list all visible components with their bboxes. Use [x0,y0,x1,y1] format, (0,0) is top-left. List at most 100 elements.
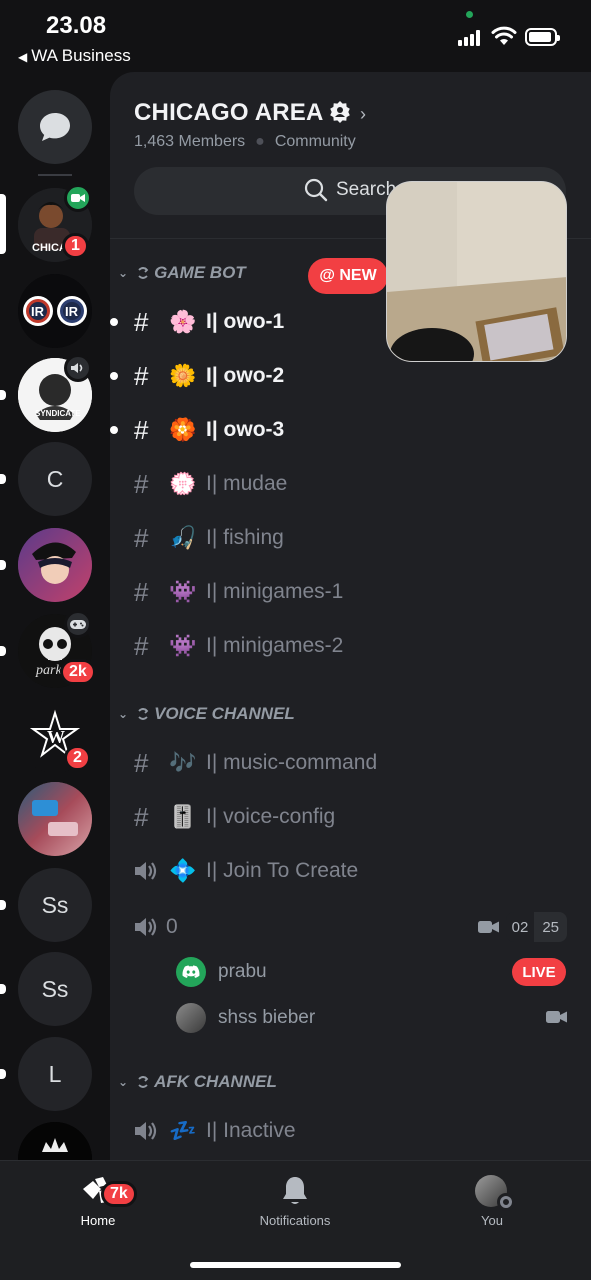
speaker-icon [134,916,166,938]
hash-icon: # [134,576,149,607]
video-camera-icon [546,1011,567,1023]
tab-you[interactable]: You [432,1175,552,1228]
channel-label: I| owo-1 [206,310,285,333]
selected-server-indicator [0,194,6,254]
server-icon-ss-2[interactable]: Ss [18,952,92,1026]
category-game-bot[interactable]: ⌄ GAME BOT [118,263,246,283]
hash-icon: # [134,414,149,445]
new-mentions-button[interactable]: @ NEW [308,258,388,294]
channel-join-to-create[interactable]: 💠 I| Join To Create [134,851,358,891]
server-meta: 1,463 Members ● Community [134,133,356,150]
cellular-signal-icon [458,30,484,46]
community-badge-icon [330,101,350,123]
server-icon-chica[interactable]: CHICA 1 [18,184,92,262]
category-link-icon [138,267,149,279]
unread-indicator [0,560,6,570]
back-triangle-icon: ◀ [18,50,28,64]
unread-indicator [0,1069,6,1079]
unread-dot [110,318,118,326]
speaker-icon [64,354,92,382]
discord-logo-icon [176,957,206,987]
hash-icon: # [134,522,149,553]
server-icon-w[interactable]: W 2 [18,699,92,773]
speaker-icon [134,860,166,882]
server-icon-l[interactable]: L [18,1037,92,1111]
category-label: AFK CHANNEL [154,1072,277,1091]
video-camera-icon [477,921,499,933]
channel-label: I| owo-3 [206,418,285,441]
channel-fishing[interactable]: # 🎣 I| fishing [134,518,284,558]
voice-user-prabu[interactable]: prabu [176,956,267,988]
unread-dot [110,426,118,434]
unread-indicator [0,984,6,994]
status-bar: 23.08 ◀ WA Business [0,0,591,72]
voice-channel-meta: 02 25 [477,912,567,942]
category-label: GAME BOT [154,263,246,282]
avatar [475,1175,515,1211]
server-icon-c[interactable]: C [18,442,92,516]
voice-channel-0[interactable]: 0 [134,907,178,947]
channel-music-command[interactable]: # 🎶 I| music-command [134,743,377,783]
server-type: Community [274,133,356,150]
channel-owo-3[interactable]: # 🏵️ I| owo-3 [110,410,285,450]
voice-user-shss-bieber[interactable]: shss bieber [176,1002,315,1034]
notification-badge: 2 [64,745,91,771]
channel-inactive[interactable]: 💤 I| Inactive [134,1111,296,1151]
channel-label: 0 [166,915,178,938]
tab-notifications[interactable]: Notifications [235,1175,355,1228]
tab-home[interactable]: 7k Home [38,1175,158,1228]
notification-badge: 7k [101,1181,137,1207]
clock: 23.08 [46,12,107,39]
server-rail: CHICA 1 IR IR SYNDICATE C parker 2k W 2 … [0,72,110,1160]
category-voice-channel[interactable]: ⌄ VOICE CHANNEL [118,704,295,724]
channel-emoji: 💮 [169,471,197,496]
home-icon: 7k [81,1175,137,1207]
chevron-down-icon: ⌄ [118,707,129,721]
member-count: 1,463 Members [134,133,246,150]
back-to-app-link[interactable]: ◀ WA Business [18,46,131,66]
channel-emoji: 🎣 [169,525,197,550]
hash-icon: # [134,630,149,661]
category-afk-channel[interactable]: ⌄ AFK CHANNEL [118,1072,277,1092]
avatar [176,1003,206,1033]
channel-label: I| owo-2 [206,364,285,387]
server-avatar [18,528,92,602]
camera-feed [387,182,566,361]
server-icon-syndicate[interactable]: SYNDICATE [18,354,92,432]
chevron-right-icon[interactable]: › [360,104,366,125]
back-app-label: WA Business [31,46,131,65]
svg-text:SYNDICATE: SYNDICATE [35,409,81,418]
server-icon-parker[interactable]: parker 2k [18,610,96,688]
channel-label: I| Inactive [206,1119,296,1142]
channel-label: I| music-command [206,751,378,774]
channel-voice-config[interactable]: # 🎚️ I| voice-config [134,797,335,837]
server-icon-anime[interactable] [18,528,92,602]
unread-indicator [0,474,6,484]
server-name[interactable]: CHICAGO AREA [134,99,324,127]
server-icon-crown[interactable] [18,1122,92,1160]
channel-owo-2[interactable]: # 🌼 I| owo-2 [110,356,285,396]
server-icon-ss[interactable]: Ss [18,868,92,942]
server-icon-ir[interactable]: IR IR [18,274,92,348]
speaker-icon [134,1120,166,1142]
voice-user-name: prabu [218,961,267,982]
unread-indicator [0,646,6,656]
server-avatar [18,782,92,856]
home-indicator[interactable] [190,1262,401,1268]
direct-messages-button[interactable] [18,90,92,164]
channel-mudae[interactable]: # 💮 I| mudae [134,464,287,504]
channel-label: I| Join To Create [206,859,359,882]
server-icon-photo[interactable] [18,782,92,856]
live-badge: LIVE [512,958,566,986]
category-label: VOICE CHANNEL [154,704,295,723]
channel-emoji: 🎶 [169,750,197,775]
voice-user-name: shss bieber [218,1007,316,1028]
server-avatar: IR IR [18,274,92,348]
video-call-pip[interactable] [386,181,567,362]
server-avatar [18,1122,92,1160]
channel-minigames-1[interactable]: # 👾 I| minigames-1 [134,572,343,612]
channel-minigames-2[interactable]: # 👾 I| minigames-2 [134,626,343,666]
channel-emoji: 💠 [169,858,197,883]
bell-icon [283,1177,307,1204]
channel-owo-1[interactable]: # 🌸 I| owo-1 [110,302,285,342]
